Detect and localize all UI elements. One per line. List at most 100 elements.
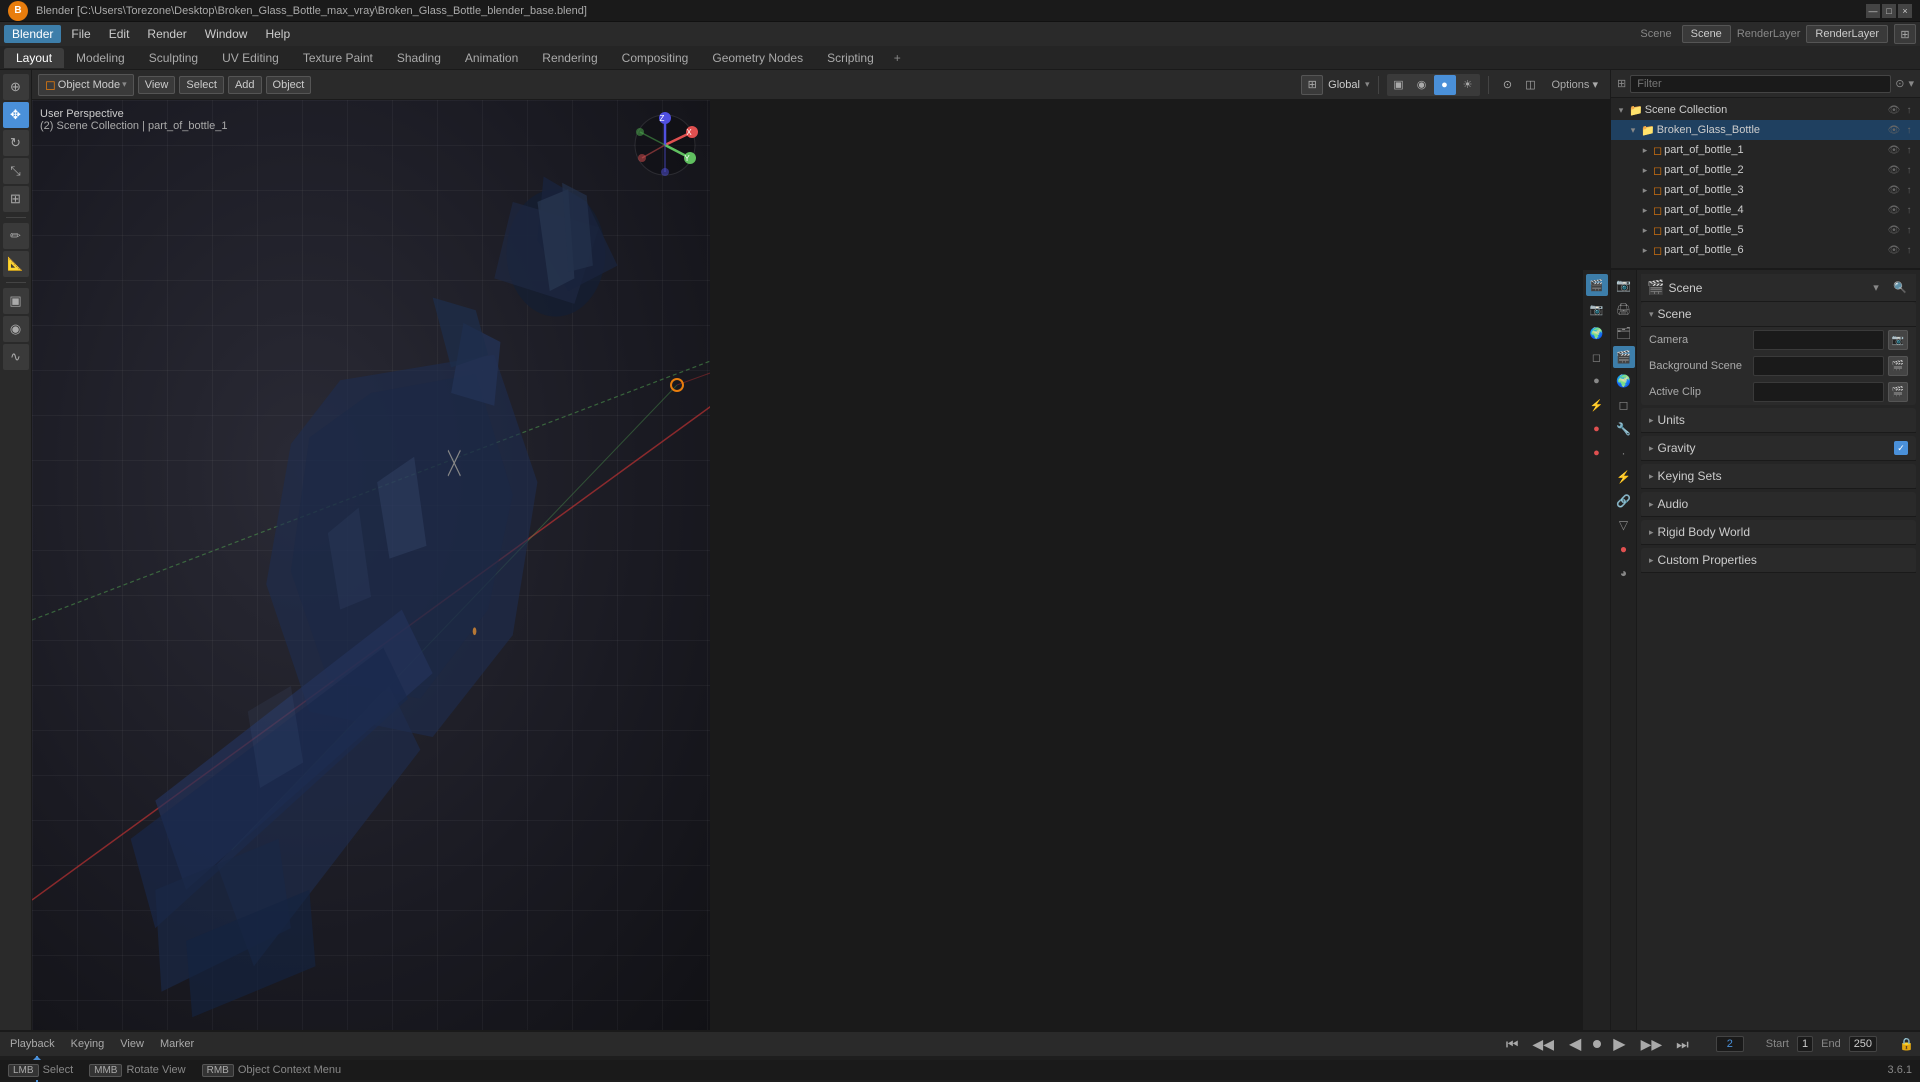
tab-geometry-nodes[interactable]: Geometry Nodes [700,48,815,68]
obj-prop-tab-alt[interactable]: ◻ [1586,346,1608,368]
cam-icon4[interactable]: ↑ [1902,203,1916,217]
render-prop-tab-alt[interactable]: 📷 [1586,298,1608,320]
phys-prop-tab-alt[interactable]: ⚡ [1586,394,1608,416]
add-menu[interactable]: Add [228,76,262,94]
tab-layout[interactable]: Layout [4,48,64,68]
box-select-tool[interactable]: ▣ [3,288,29,314]
wireframe-mode-icon[interactable]: ▣ [1388,75,1410,95]
lasso-tool[interactable]: ∿ [3,344,29,370]
outliner-options-icon[interactable]: ⊙ [1895,77,1904,90]
outliner-filter-btn[interactable]: ▾ [1908,77,1914,90]
outliner-item-broken-glass[interactable]: ▾ 📁 Broken_Glass_Bottle 👁 ↑ [1611,120,1920,140]
skip-start-button[interactable]: ⏮ [1503,1036,1522,1053]
vis-icon3[interactable]: 👁 [1887,183,1901,197]
tab-shading[interactable]: Shading [385,48,453,68]
tab-compositing[interactable]: Compositing [610,48,701,68]
background-scene-value[interactable] [1753,356,1884,376]
minimize-button[interactable]: — [1866,4,1880,18]
output-props-tab[interactable]: 🖨 [1613,298,1635,320]
outliner-item-part5[interactable]: ▸ ◻ part_of_bottle_5 👁 ↑ [1611,220,1920,240]
scene-props-tab[interactable]: 🎬 [1613,346,1635,368]
filter-button[interactable]: ⊞ [1894,24,1916,44]
select-icon[interactable]: ↑ [1902,103,1916,117]
bg-scene-pick-btn[interactable]: 🎬 [1888,356,1908,376]
rigid-body-header[interactable]: ▸ Rigid Body World [1641,520,1916,545]
outliner-item-part3[interactable]: ▸ ◻ part_of_bottle_3 👁 ↑ [1611,180,1920,200]
current-frame-display[interactable]: 2 [1716,1036,1744,1052]
clip-pick-btn[interactable]: 🎬 [1888,382,1908,402]
outliner-scene-collection[interactable]: ▾ 📁 Scene Collection 👁 ↑ [1611,100,1920,120]
camera-value[interactable] [1753,330,1884,350]
tab-modeling[interactable]: Modeling [64,48,137,68]
object-mode-dropdown[interactable]: ◻ Object Mode ▾ [38,74,134,96]
object-menu[interactable]: Object [266,76,312,94]
solid-mode-icon[interactable]: ◉ [1411,75,1433,95]
add-workspace-button[interactable]: + [886,48,909,68]
vis-icon1[interactable]: 👁 [1887,143,1901,157]
view-layer-tab[interactable]: 🗂 [1613,322,1635,344]
menu-help[interactable]: Help [257,25,298,43]
units-section-header[interactable]: ▸ Units [1641,408,1916,433]
view-menu[interactable]: View [116,1038,148,1050]
material-preview-icon[interactable]: ● [1434,75,1456,95]
circle-select-tool[interactable]: ◉ [3,316,29,342]
active-clip-value[interactable] [1753,382,1884,402]
gravity-checkbox[interactable]: ✓ [1894,441,1908,455]
props-search-btn[interactable]: 🔍 [1890,278,1910,298]
scene-dropdown[interactable]: Scene [1682,25,1731,43]
global-dropdown[interactable]: ⊞ [1301,75,1323,95]
render-layer-dropdown[interactable]: RenderLayer [1806,25,1888,43]
cam-icon3[interactable]: ↑ [1902,183,1916,197]
menu-window[interactable]: Window [197,25,256,43]
vis-icon2[interactable]: 👁 [1887,163,1901,177]
skip-end-button[interactable]: ⏭ [1673,1036,1692,1053]
transform-tool[interactable]: ⊞ [3,186,29,212]
props-filter-btn[interactable]: ▾ [1866,278,1886,298]
particles-tab-alt[interactable]: ● [1586,418,1608,440]
viewport-3d[interactable]: User Perspective (2) Scene Collection | … [32,100,710,1030]
shading-tab[interactable]: ◕ [1613,562,1635,584]
menu-edit[interactable]: Edit [101,25,138,43]
maximize-button[interactable]: □ [1882,4,1896,18]
data-tab[interactable]: ▽ [1613,514,1635,536]
vis-icon[interactable]: 👁 [1887,123,1901,137]
rendered-mode-icon[interactable]: ☀ [1457,75,1479,95]
cam-icon[interactable]: ↑ [1902,123,1916,137]
view-menu[interactable]: View [138,76,176,94]
tab-sculpting[interactable]: Sculpting [137,48,210,68]
particles-tab[interactable]: · [1613,442,1635,464]
measure-tool[interactable]: 📐 [3,251,29,277]
marker-menu[interactable]: Marker [156,1038,198,1050]
scene-section-header[interactable]: ▾ Scene [1641,302,1916,327]
tab-rendering[interactable]: Rendering [530,48,609,68]
cam-icon2[interactable]: ↑ [1902,163,1916,177]
vis-icon6[interactable]: 👁 [1887,243,1901,257]
material-tab[interactable]: ● [1613,538,1635,560]
play-pause-indicator[interactable] [1593,1040,1601,1048]
vis-icon5[interactable]: 👁 [1887,223,1901,237]
keying-menu[interactable]: Keying [67,1038,109,1050]
xray-icon[interactable]: ◫ [1520,75,1542,95]
annotate-tool[interactable]: ✏ [3,223,29,249]
rigid-body-tab-alt[interactable]: ● [1586,442,1608,464]
tab-texture-paint[interactable]: Texture Paint [291,48,385,68]
cam-icon1[interactable]: ↑ [1902,143,1916,157]
render-props-tab[interactable]: 📷 [1613,274,1635,296]
scene-prop-tab-alt[interactable]: 🎬 [1586,274,1608,296]
mat-prop-tab-alt[interactable]: ● [1586,370,1608,392]
object-props-tab[interactable]: ◻ [1613,394,1635,416]
outliner-search-input[interactable] [1630,75,1891,93]
cam-icon6[interactable]: ↑ [1902,243,1916,257]
constraints-tab[interactable]: 🔗 [1613,490,1635,512]
menu-render[interactable]: Render [139,25,194,43]
select-menu[interactable]: Select [179,76,224,94]
outliner-item-part2[interactable]: ▸ ◻ part_of_bottle_2 👁 ↑ [1611,160,1920,180]
gravity-section-header[interactable]: ▸ Gravity ✓ [1641,436,1916,461]
start-frame-input[interactable]: 1 [1797,1036,1813,1052]
modifier-props-tab[interactable]: 🔧 [1613,418,1635,440]
viewport-gizmo[interactable]: X Y Z [630,110,700,180]
custom-props-header[interactable]: ▸ Custom Properties [1641,548,1916,573]
visibility-icon[interactable]: 👁 [1887,103,1901,117]
close-button[interactable]: × [1898,4,1912,18]
menu-file[interactable]: File [63,25,98,43]
